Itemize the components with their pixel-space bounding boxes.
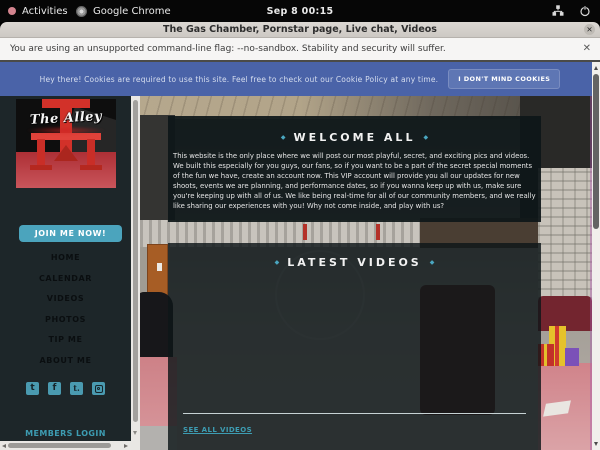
logo-art	[30, 165, 52, 170]
infobar-close-icon[interactable]: ✕	[583, 38, 591, 60]
welcome-body-text: This website is the only place where we …	[173, 152, 537, 211]
sidebar-item-aboutme[interactable]: ABOUT ME	[0, 351, 131, 372]
scroll-down-arrow[interactable]	[133, 431, 137, 435]
sidebar-horizontal-scrollbar[interactable]	[0, 441, 131, 450]
sidebar-content: The Alley JOIN ME NOW! HOME CALENDAR VID…	[0, 96, 131, 441]
instagram-lens	[97, 387, 100, 390]
photo-region	[565, 348, 579, 366]
latest-videos-title: ◆ LATEST VIDEOS ◆	[168, 243, 541, 269]
chrome-icon	[76, 6, 87, 17]
page-scrollbar-thumb[interactable]	[593, 74, 599, 229]
system-tray	[552, 0, 591, 22]
power-icon[interactable]	[579, 5, 591, 17]
sidebar: The Alley JOIN ME NOW! HOME CALENDAR VID…	[0, 96, 140, 450]
sparkle-icon: ◆	[423, 134, 428, 141]
page-vertical-scrollbar[interactable]	[592, 62, 600, 450]
chrome-infobar: You are using an unsupported command-lin…	[0, 38, 600, 60]
scroll-down-arrow[interactable]	[594, 442, 598, 446]
welcome-title: ◆ WELCOME ALL ◆	[168, 116, 541, 144]
gnome-top-bar: Activities Sep 8 00:15 Google Chrome	[0, 0, 600, 22]
instagram-icon[interactable]	[92, 382, 105, 395]
facebook-icon[interactable]: f	[48, 382, 61, 395]
scroll-up-arrow[interactable]	[594, 66, 598, 70]
network-tree-icon[interactable]	[552, 5, 564, 17]
welcome-panel: ◆ WELCOME ALL ◆ This website is the only p…	[168, 116, 541, 222]
latest-videos-panel: ◆ LATEST VIDEOS ◆ SEE ALL VIDEOS	[168, 243, 541, 450]
site-logo[interactable]: The Alley	[16, 99, 116, 188]
focused-app-label: Google Chrome	[93, 6, 171, 17]
sparkle-icon: ◆	[275, 259, 280, 266]
cookie-banner: Hey there! Cookies are required to use t…	[0, 62, 600, 96]
social-links: t f t.	[0, 382, 131, 395]
logo-art	[80, 165, 102, 170]
photo-region	[376, 224, 380, 240]
sidebar-item-tipme[interactable]: TIP ME	[0, 330, 131, 351]
sidebar-hscrollbar-thumb[interactable]	[8, 443, 111, 448]
sidebar-vertical-scrollbar[interactable]	[131, 96, 140, 441]
members-login-link[interactable]: MEMBERS LOGIN	[0, 429, 131, 438]
logo-art	[87, 139, 95, 167]
window-title-bar[interactable]: The Gas Chamber, Pornstar page, Live cha…	[0, 22, 600, 38]
cookie-message: Hey there! Cookies are required to use t…	[40, 75, 439, 84]
twitter-icon[interactable]: t	[26, 382, 39, 395]
photo-region	[303, 224, 307, 240]
desktop-screen: Activities Sep 8 00:15 Google Chrome The…	[0, 0, 600, 450]
photo-region	[157, 263, 162, 271]
sidebar-nav: HOME CALENDAR VIDEOS PHOTOS TIP ME ABOUT…	[0, 248, 131, 372]
latest-videos-title-text: LATEST VIDEOS	[287, 256, 421, 269]
sidebar-item-home[interactable]: HOME	[0, 248, 131, 269]
focused-app-menu[interactable]: Google Chrome	[76, 0, 171, 22]
sidebar-item-calendar[interactable]: CALENDAR	[0, 269, 131, 290]
window-close-button[interactable]: ✕	[584, 24, 595, 35]
instagram-frame	[95, 385, 103, 393]
scroll-left-arrow[interactable]	[2, 444, 6, 448]
window-title: The Gas Chamber, Pornstar page, Live cha…	[0, 22, 600, 37]
photo-region	[538, 168, 592, 308]
logo-art	[54, 145, 78, 161]
sidebar-scrollbar-thumb[interactable]	[133, 100, 138, 422]
join-now-button[interactable]: JOIN ME NOW!	[19, 225, 122, 242]
scroll-right-arrow[interactable]	[124, 444, 128, 448]
sparkle-icon: ◆	[281, 134, 286, 141]
tumblr-icon[interactable]: t.	[70, 382, 83, 395]
sidebar-item-videos[interactable]: VIDEOS	[0, 289, 131, 310]
infobar-message: You are using an unsupported command-lin…	[10, 38, 446, 60]
welcome-title-text: WELCOME ALL	[294, 131, 416, 144]
sidebar-item-photos[interactable]: PHOTOS	[0, 310, 131, 331]
cookie-accept-button[interactable]: I DON'T MIND COOKIES	[448, 69, 560, 89]
logo-art	[37, 139, 45, 167]
panel-divider	[183, 413, 526, 414]
see-all-videos-link[interactable]: SEE ALL VIDEOS	[183, 426, 252, 434]
sparkle-icon: ◆	[430, 259, 435, 266]
page-viewport: Hey there! Cookies are required to use t…	[0, 60, 600, 450]
